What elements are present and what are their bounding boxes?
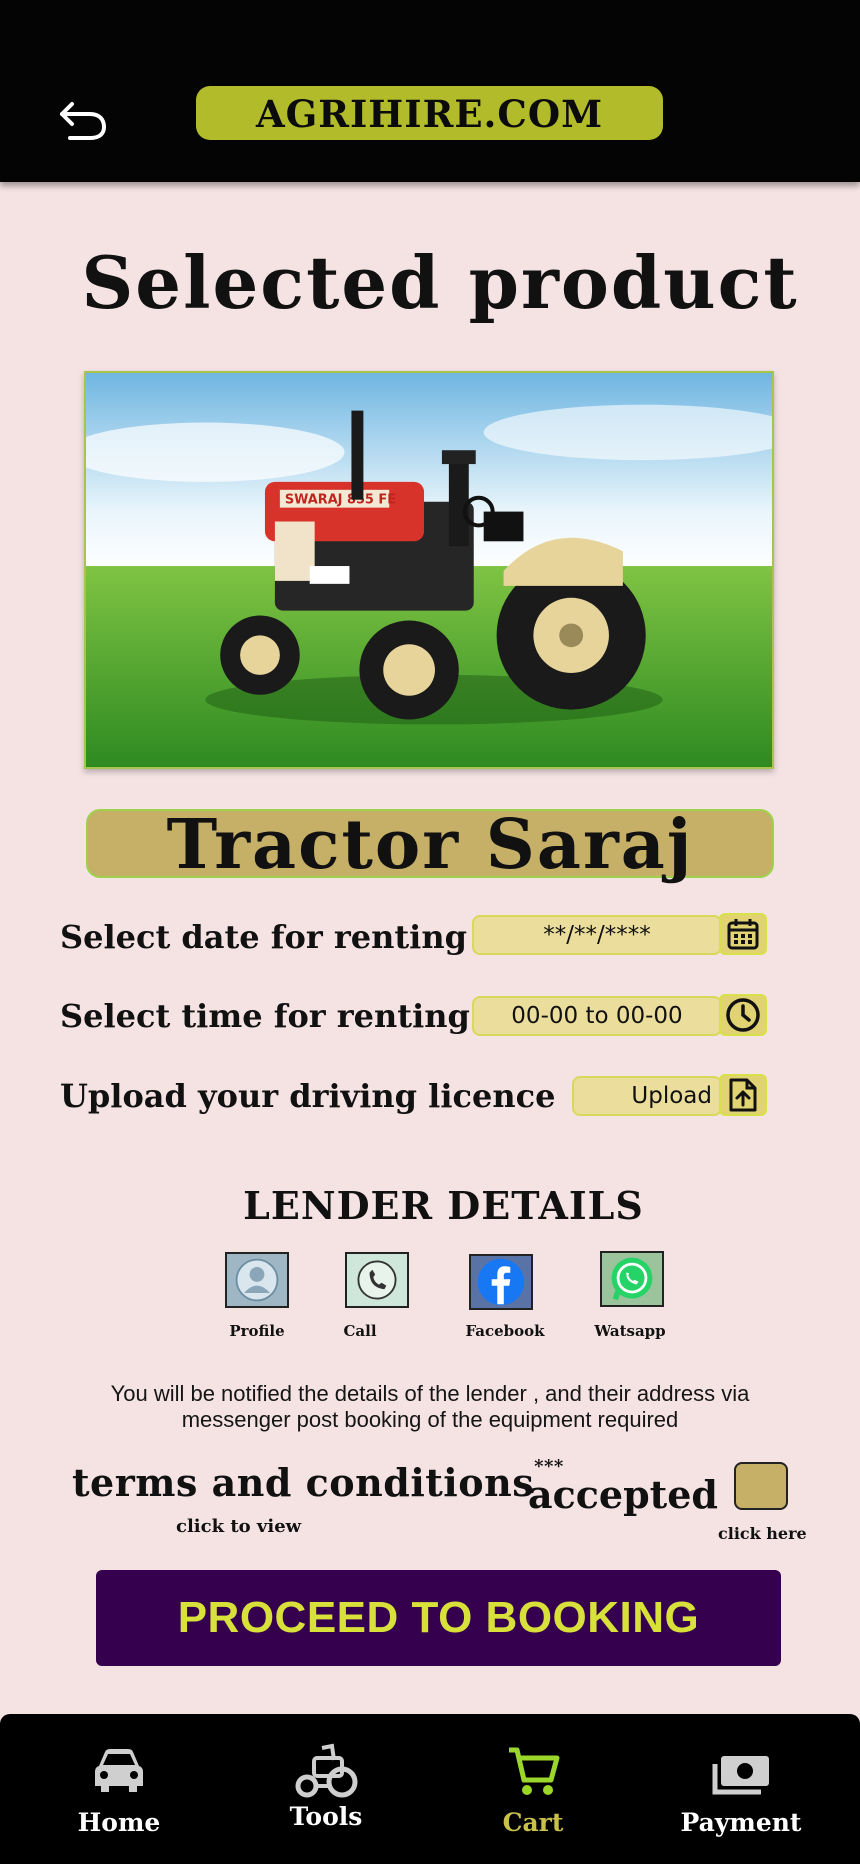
nav-label-home: Home bbox=[77, 1808, 161, 1837]
page-title: Selected product bbox=[81, 240, 799, 325]
click-here-label: click here bbox=[718, 1524, 807, 1543]
whatsapp-label: Watsapp bbox=[594, 1322, 666, 1340]
nav-item-cart[interactable]: Cart bbox=[448, 1714, 618, 1864]
nav-item-tools[interactable]: Tools bbox=[241, 1714, 411, 1864]
file-upload-icon[interactable] bbox=[719, 1074, 767, 1116]
brand-title: AGRIHIRE.COM bbox=[196, 86, 663, 140]
facebook-label: Facebook bbox=[465, 1322, 545, 1340]
click-to-view-link[interactable]: click to view bbox=[176, 1516, 301, 1537]
car-icon bbox=[95, 1749, 143, 1792]
accepted-label: accepted bbox=[528, 1472, 718, 1517]
nav-label-payment: Payment bbox=[680, 1808, 802, 1837]
cart-icon bbox=[509, 1747, 560, 1795]
bottom-nav: Home Tools Cart Payment bbox=[0, 1714, 860, 1864]
licence-label: Upload your driving licence bbox=[60, 1077, 556, 1115]
nav-label-tools: Tools bbox=[289, 1802, 363, 1831]
lender-notice: You will be notified the details of the … bbox=[110, 1381, 750, 1432]
nav-item-payment[interactable]: Payment bbox=[656, 1714, 826, 1864]
upload-button[interactable]: Upload bbox=[572, 1076, 722, 1116]
terms-label: terms and conditions bbox=[72, 1460, 535, 1505]
facebook-icon[interactable] bbox=[469, 1254, 533, 1310]
calendar-icon[interactable] bbox=[719, 913, 767, 955]
nav-item-home[interactable]: Home bbox=[34, 1714, 204, 1864]
nav-label-cart: Cart bbox=[502, 1808, 564, 1837]
proceed-to-booking-button[interactable]: PROCEED TO BOOKING bbox=[96, 1570, 781, 1666]
product-image: SWARAJ 855 FE bbox=[84, 371, 774, 769]
whatsapp-icon[interactable] bbox=[600, 1251, 664, 1307]
call-label: Call bbox=[343, 1322, 377, 1340]
back-arrow-icon[interactable] bbox=[56, 96, 112, 146]
profile-icon[interactable] bbox=[225, 1252, 289, 1308]
svg-text:SWARAJ 855 FE: SWARAJ 855 FE bbox=[285, 493, 396, 508]
clock-icon[interactable] bbox=[719, 994, 767, 1036]
lender-details-title: LENDER DETAILS bbox=[243, 1183, 644, 1228]
time-label: Select time for renting bbox=[60, 997, 470, 1035]
profile-label: Profile bbox=[229, 1322, 285, 1340]
product-name: Tractor Saraj bbox=[86, 809, 774, 879]
date-input[interactable]: **/**/**** bbox=[472, 915, 722, 955]
date-label: Select date for renting bbox=[60, 918, 467, 956]
time-input[interactable]: 00-00 to 00-00 bbox=[472, 996, 722, 1036]
app-header: AGRIHIRE.COM bbox=[0, 0, 860, 182]
tractor-icon bbox=[295, 1743, 358, 1798]
phone-icon[interactable] bbox=[345, 1252, 409, 1308]
terms-checkbox[interactable] bbox=[734, 1462, 788, 1510]
terms-link[interactable]: terms and conditions*** bbox=[72, 1456, 564, 1505]
money-icon bbox=[712, 1756, 769, 1795]
